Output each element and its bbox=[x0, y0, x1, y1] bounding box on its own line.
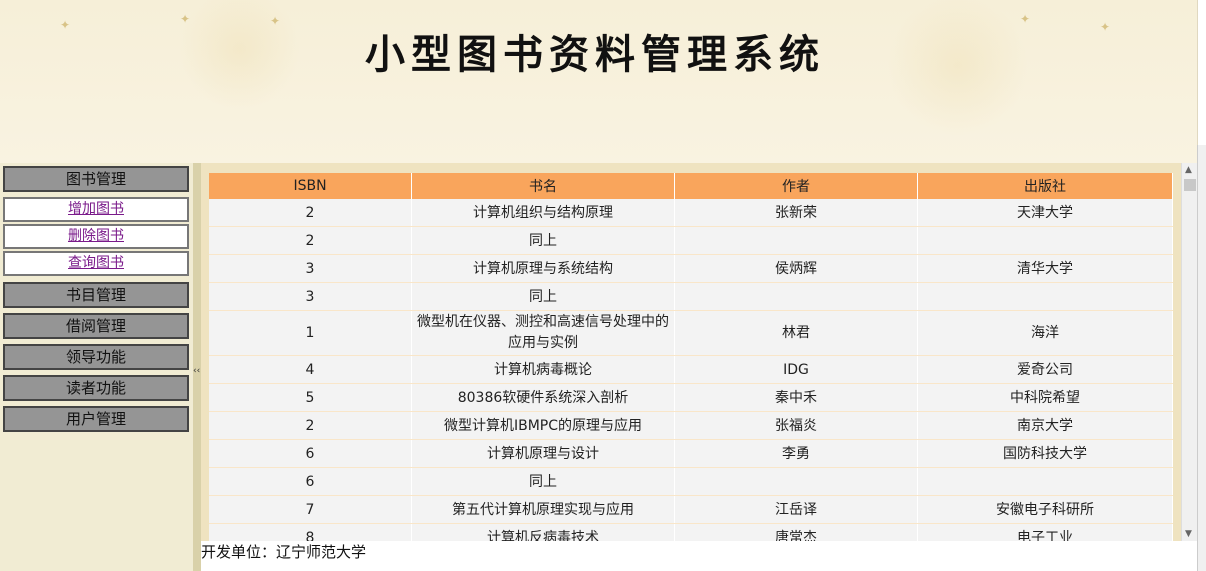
scroll-up-icon[interactable]: ▲ bbox=[1185, 165, 1192, 175]
cell-author: IDG bbox=[674, 355, 918, 384]
menu-delete-book[interactable]: 删除图书 bbox=[3, 224, 189, 249]
cell-publisher: 中科院希望 bbox=[917, 383, 1173, 412]
app-header: ✦ ✦ ✦ ✦ ✦ 小型图书资料管理系统 bbox=[0, 0, 1198, 163]
column-header-title: 书名 bbox=[411, 173, 675, 199]
menu-book-management[interactable]: 图书管理 bbox=[3, 166, 189, 192]
query-book-link[interactable]: 查询图书 bbox=[68, 255, 124, 271]
cell-title: 微型机在仪器、测控和高速信号处理中的应用与实例 bbox=[411, 310, 675, 356]
scroll-thumb[interactable] bbox=[1184, 179, 1196, 191]
table-row: 5 80386软硬件系统深入剖析 秦中禾 中科院希望 bbox=[209, 383, 1173, 412]
cell-publisher: 海洋 bbox=[917, 310, 1173, 356]
table-row: 2 计算机组织与结构原理 张新荣 天津大学 bbox=[209, 199, 1173, 227]
cell-publisher: 国防科技大学 bbox=[917, 439, 1173, 468]
menu-add-book[interactable]: 增加图书 bbox=[3, 197, 189, 222]
table-row: 8 计算机反病毒技术 唐常杰 电子工业 bbox=[209, 523, 1173, 541]
cell-title: 计算机原理与系统结构 bbox=[411, 254, 675, 283]
cell-publisher bbox=[917, 282, 1173, 311]
collapse-arrow-icon[interactable]: ‹‹ bbox=[193, 366, 201, 376]
outer-scrollbar[interactable] bbox=[1197, 145, 1206, 571]
table-row: 3 同上 bbox=[209, 282, 1173, 311]
cell-publisher bbox=[917, 226, 1173, 255]
cell-publisher: 天津大学 bbox=[917, 199, 1173, 227]
menu-borrow-management[interactable]: 借阅管理 bbox=[3, 313, 189, 339]
decor-sparkle: ✦ bbox=[60, 18, 71, 32]
cell-author: 李勇 bbox=[674, 439, 918, 468]
cell-isbn: 2 bbox=[209, 411, 412, 440]
content-scrollbar[interactable]: ▲ ▼ bbox=[1181, 163, 1198, 541]
column-header-isbn: ISBN bbox=[209, 173, 412, 199]
cell-author: 侯炳辉 bbox=[674, 254, 918, 283]
cell-title: 计算机原理与设计 bbox=[411, 439, 675, 468]
menu-user-management[interactable]: 用户管理 bbox=[3, 406, 189, 432]
cell-title: 80386软硬件系统深入剖析 bbox=[411, 383, 675, 412]
cell-title: 同上 bbox=[411, 467, 675, 496]
column-header-publisher: 出版社 bbox=[917, 173, 1173, 199]
cell-isbn: 3 bbox=[209, 282, 412, 311]
cell-isbn: 2 bbox=[209, 199, 412, 227]
cell-publisher: 安徽电子科研所 bbox=[917, 495, 1173, 524]
table-row: 4 计算机病毒概论 IDG 爱奇公司 bbox=[209, 355, 1173, 384]
book-table: ISBN 书名 作者 出版社 2 计算机组织与结构原理 张新荣 天津大学 2 同上 3 计算机… bbox=[209, 173, 1173, 541]
delete-book-link[interactable]: 删除图书 bbox=[68, 228, 124, 244]
cell-isbn: 5 bbox=[209, 383, 412, 412]
cell-isbn: 8 bbox=[209, 523, 412, 541]
cell-title: 微型计算机IBMPC的原理与应用 bbox=[411, 411, 675, 440]
cell-isbn: 3 bbox=[209, 254, 412, 283]
table-row: 3 计算机原理与系统结构 侯炳辉 清华大学 bbox=[209, 254, 1173, 283]
cell-isbn: 7 bbox=[209, 495, 412, 524]
main-content: ISBN 书名 作者 出版社 2 计算机组织与结构原理 张新荣 天津大学 2 同上 3 计算机… bbox=[201, 163, 1181, 541]
cell-isbn: 1 bbox=[209, 310, 412, 356]
cell-isbn: 6 bbox=[209, 439, 412, 468]
decor-sparkle: ✦ bbox=[180, 12, 191, 26]
table-row: 7 第五代计算机原理实现与应用 江岳译 安徽电子科研所 bbox=[209, 495, 1173, 524]
scroll-down-icon[interactable]: ▼ bbox=[1185, 529, 1192, 539]
table-row: 2 同上 bbox=[209, 226, 1173, 255]
cell-title: 计算机病毒概论 bbox=[411, 355, 675, 384]
cell-author bbox=[674, 226, 918, 255]
cell-author: 唐常杰 bbox=[674, 523, 918, 541]
cell-author: 江岳译 bbox=[674, 495, 918, 524]
sidebar: 图书管理 增加图书 删除图书 查询图书 书目管理 借阅管理 领导功能 读者功能 … bbox=[0, 163, 195, 571]
add-book-link[interactable]: 增加图书 bbox=[68, 201, 124, 217]
cell-isbn: 4 bbox=[209, 355, 412, 384]
cell-title: 计算机组织与结构原理 bbox=[411, 199, 675, 227]
cell-author bbox=[674, 282, 918, 311]
table-row: 2 微型计算机IBMPC的原理与应用 张福炎 南京大学 bbox=[209, 411, 1173, 440]
cell-publisher: 南京大学 bbox=[917, 411, 1173, 440]
menu-query-book[interactable]: 查询图书 bbox=[3, 251, 189, 276]
menu-catalog-management[interactable]: 书目管理 bbox=[3, 282, 189, 308]
cell-title: 第五代计算机原理实现与应用 bbox=[411, 495, 675, 524]
footer-text: 开发单位：辽宁师范大学 bbox=[201, 543, 367, 561]
app-title: 小型图书资料管理系统 bbox=[365, 31, 825, 78]
table-header-row: ISBN 书名 作者 出版社 bbox=[209, 173, 1173, 199]
decor-sparkle: ✦ bbox=[1020, 12, 1031, 26]
cell-title: 计算机反病毒技术 bbox=[411, 523, 675, 541]
table-row: 6 同上 bbox=[209, 467, 1173, 496]
cell-publisher: 电子工业 bbox=[917, 523, 1173, 541]
cell-publisher: 爱奇公司 bbox=[917, 355, 1173, 384]
table-row: 1 微型机在仪器、测控和高速信号处理中的应用与实例 林君 海洋 bbox=[209, 310, 1173, 356]
cell-title: 同上 bbox=[411, 282, 675, 311]
cell-author: 张福炎 bbox=[674, 411, 918, 440]
cell-author: 秦中禾 bbox=[674, 383, 918, 412]
cell-author: 林君 bbox=[674, 310, 918, 356]
cell-author: 张新荣 bbox=[674, 199, 918, 227]
cell-isbn: 2 bbox=[209, 226, 412, 255]
menu-reader-functions[interactable]: 读者功能 bbox=[3, 375, 189, 401]
cell-publisher bbox=[917, 467, 1173, 496]
cell-isbn: 6 bbox=[209, 467, 412, 496]
cell-title: 同上 bbox=[411, 226, 675, 255]
decor-sparkle: ✦ bbox=[1100, 20, 1111, 34]
footer: 开发单位：辽宁师范大学 bbox=[201, 541, 1197, 571]
table-row: 6 计算机原理与设计 李勇 国防科技大学 bbox=[209, 439, 1173, 468]
decor-sparkle: ✦ bbox=[270, 14, 281, 28]
column-header-author: 作者 bbox=[674, 173, 918, 199]
cell-author bbox=[674, 467, 918, 496]
cell-publisher: 清华大学 bbox=[917, 254, 1173, 283]
menu-leader-functions[interactable]: 领导功能 bbox=[3, 344, 189, 370]
